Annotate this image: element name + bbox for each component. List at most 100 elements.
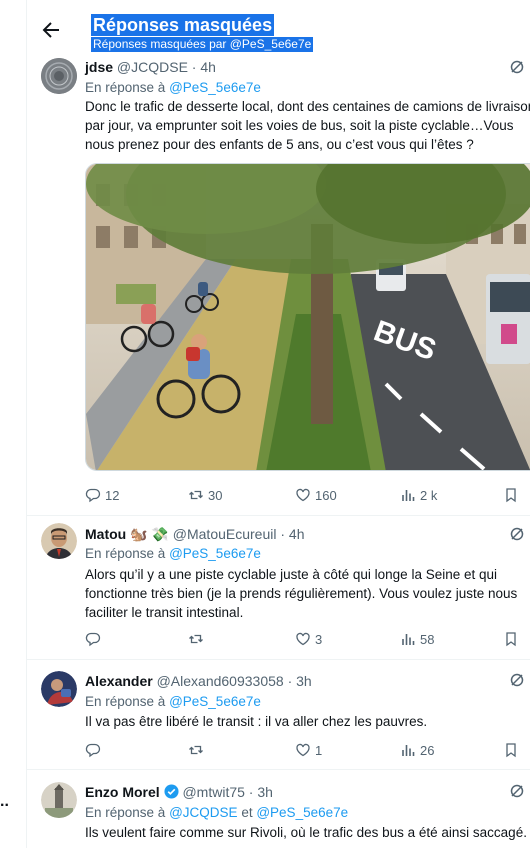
retweet-button[interactable] [188, 630, 208, 648]
sidebar-more-dots[interactable]: .. [0, 793, 9, 811]
heart-icon [296, 632, 310, 646]
avatar[interactable] [41, 782, 77, 818]
separator-dot: · [287, 673, 293, 689]
text-line: par jour, va emprunter soit les voies de… [85, 118, 514, 133]
text-line: nous prenez pour des enfants de 5 ans, o… [85, 137, 474, 152]
avatar[interactable] [41, 523, 77, 559]
like-count: 160 [315, 487, 337, 503]
retweet-button[interactable] [188, 741, 208, 759]
author-line: Alexander @Alexand60933058 · 3h [85, 672, 312, 690]
page-subtitle: Réponses masquées par @PeS_5e6e7e [91, 37, 314, 52]
author-handle[interactable]: @JCQDSE [117, 59, 188, 75]
retweet-icon [189, 490, 203, 500]
text-line: Il va pas être libéré le transit : il va… [85, 714, 428, 729]
tweet-text: Il va pas être libéré le transit : il va… [85, 712, 530, 731]
like-button[interactable]: 160 [295, 486, 337, 504]
author-name[interactable]: Alexander [85, 673, 153, 689]
reply-icon [85, 632, 101, 647]
reply-button[interactable] [85, 630, 105, 648]
reply-mention[interactable]: @PeS_5e6e7e [169, 80, 261, 95]
tweet-actions: 12 30 160 2 k [85, 486, 530, 504]
tweet-text: Donc le trafic de desserte local, dont d… [85, 97, 530, 154]
reply-context: En réponse à @PeS_5e6e7e [85, 79, 261, 97]
author-handle[interactable]: @mtwit75 [182, 784, 244, 800]
author-name[interactable]: jdse [85, 59, 113, 75]
reply-mention[interactable]: @JCQDSE [169, 805, 237, 820]
avatar[interactable] [41, 671, 77, 707]
author-name[interactable]: Matou [85, 526, 126, 542]
timestamp[interactable]: 3h [257, 784, 273, 800]
retweet-count: 30 [208, 487, 223, 503]
tweet-actions: 1 26 [85, 741, 530, 759]
author-name[interactable]: Enzo Morel [85, 784, 160, 800]
retweet-icon [189, 745, 203, 755]
page-title: Réponses masquées [91, 14, 275, 36]
views-icon [402, 490, 415, 501]
timeline-column: Réponses masquées Réponses masquées par … [27, 0, 530, 848]
reply-context: En réponse à @PeS_5e6e7e [85, 545, 261, 563]
reply-joiner: et [241, 805, 253, 820]
bookmark-icon [506, 632, 516, 647]
timestamp[interactable]: 4h [200, 59, 216, 75]
like-button[interactable]: 1 [295, 741, 322, 759]
avatar-emblem-icon [41, 58, 77, 94]
reply-mention[interactable]: @PeS_5e6e7e [169, 694, 261, 709]
timestamp[interactable]: 4h [289, 526, 305, 542]
slashed-circle-icon[interactable] [509, 526, 525, 542]
avatar-photo-icon [41, 671, 77, 707]
tweet[interactable]: jdse @JCQDSE · 4h En réponse à @PeS_5e6e… [27, 56, 530, 516]
reply-count: 12 [105, 487, 120, 503]
views-count: 58 [420, 631, 435, 647]
avatar-photo-icon [41, 782, 77, 818]
tweet[interactable]: Alexander @Alexand60933058 · 3h En répon… [27, 660, 530, 770]
views-count: 26 [420, 742, 435, 758]
street-illustration: BUS [86, 164, 530, 470]
like-button[interactable]: 3 [295, 630, 322, 648]
tweet[interactable]: Matou 🐿️ 💸 @MatouEcureuil · 4h En répons… [27, 516, 530, 660]
text-line: Ils veulent faire comme sur Rivoli, où l… [85, 825, 527, 840]
avatar[interactable] [41, 58, 77, 94]
separator-dot: · [248, 784, 254, 800]
timestamp[interactable]: 3h [296, 673, 312, 689]
views-button[interactable]: 26 [400, 741, 434, 759]
text-line: faciliter le transit intestinal. [85, 605, 244, 620]
author-handle[interactable]: @Alexand60933058 [157, 673, 284, 689]
like-count: 3 [315, 631, 323, 647]
separator-dot: · [191, 59, 197, 75]
tweet-text: Alors qu’il y a une piste cyclable juste… [85, 565, 530, 622]
bookmark-button[interactable] [503, 741, 523, 759]
retweet-button[interactable]: 30 [188, 486, 222, 504]
author-line: Matou 🐿️ 💸 @MatouEcureuil · 4h [85, 525, 305, 543]
bookmark-icon [506, 743, 516, 758]
avatar-portrait-icon [41, 523, 77, 559]
views-icon [402, 745, 415, 756]
reply-icon [85, 743, 101, 758]
reply-context: En réponse à @JCQDSE et @PeS_5e6e7e [85, 804, 348, 822]
like-count: 1 [315, 742, 323, 758]
bookmark-icon [506, 488, 516, 503]
reply-mention[interactable]: @PeS_5e6e7e [256, 805, 348, 820]
slashed-circle-icon[interactable] [509, 783, 525, 799]
tweet-image[interactable]: BUS [85, 163, 530, 471]
tweet[interactable]: Enzo Morel @mtwit75 · 3h En réponse à @J… [27, 770, 530, 848]
tweet-text: Ils veulent faire comme sur Rivoli, où l… [85, 823, 530, 842]
bookmark-button[interactable] [503, 630, 523, 648]
text-line: Donc le trafic de desserte local, dont d… [85, 99, 530, 114]
text-line: fonctionne très bien (je la prends régul… [85, 586, 518, 601]
arrow-left-icon[interactable] [39, 18, 63, 42]
reply-context: En réponse à @PeS_5e6e7e [85, 693, 261, 711]
heart-icon [296, 488, 310, 502]
reply-prefix: En réponse à [85, 546, 166, 561]
heart-icon [296, 743, 310, 757]
slashed-circle-icon[interactable] [509, 59, 525, 75]
reply-mention[interactable]: @PeS_5e6e7e [169, 546, 261, 561]
reply-button[interactable]: 12 [85, 486, 119, 504]
reply-button[interactable] [85, 741, 105, 759]
views-button[interactable]: 58 [400, 630, 434, 648]
author-handle[interactable]: @MatouEcureuil [173, 526, 277, 542]
views-button[interactable]: 2 k [400, 486, 437, 504]
bookmark-button[interactable] [503, 486, 523, 504]
reply-prefix: En réponse à [85, 805, 166, 820]
reply-prefix: En réponse à [85, 80, 166, 95]
slashed-circle-icon[interactable] [509, 672, 525, 688]
